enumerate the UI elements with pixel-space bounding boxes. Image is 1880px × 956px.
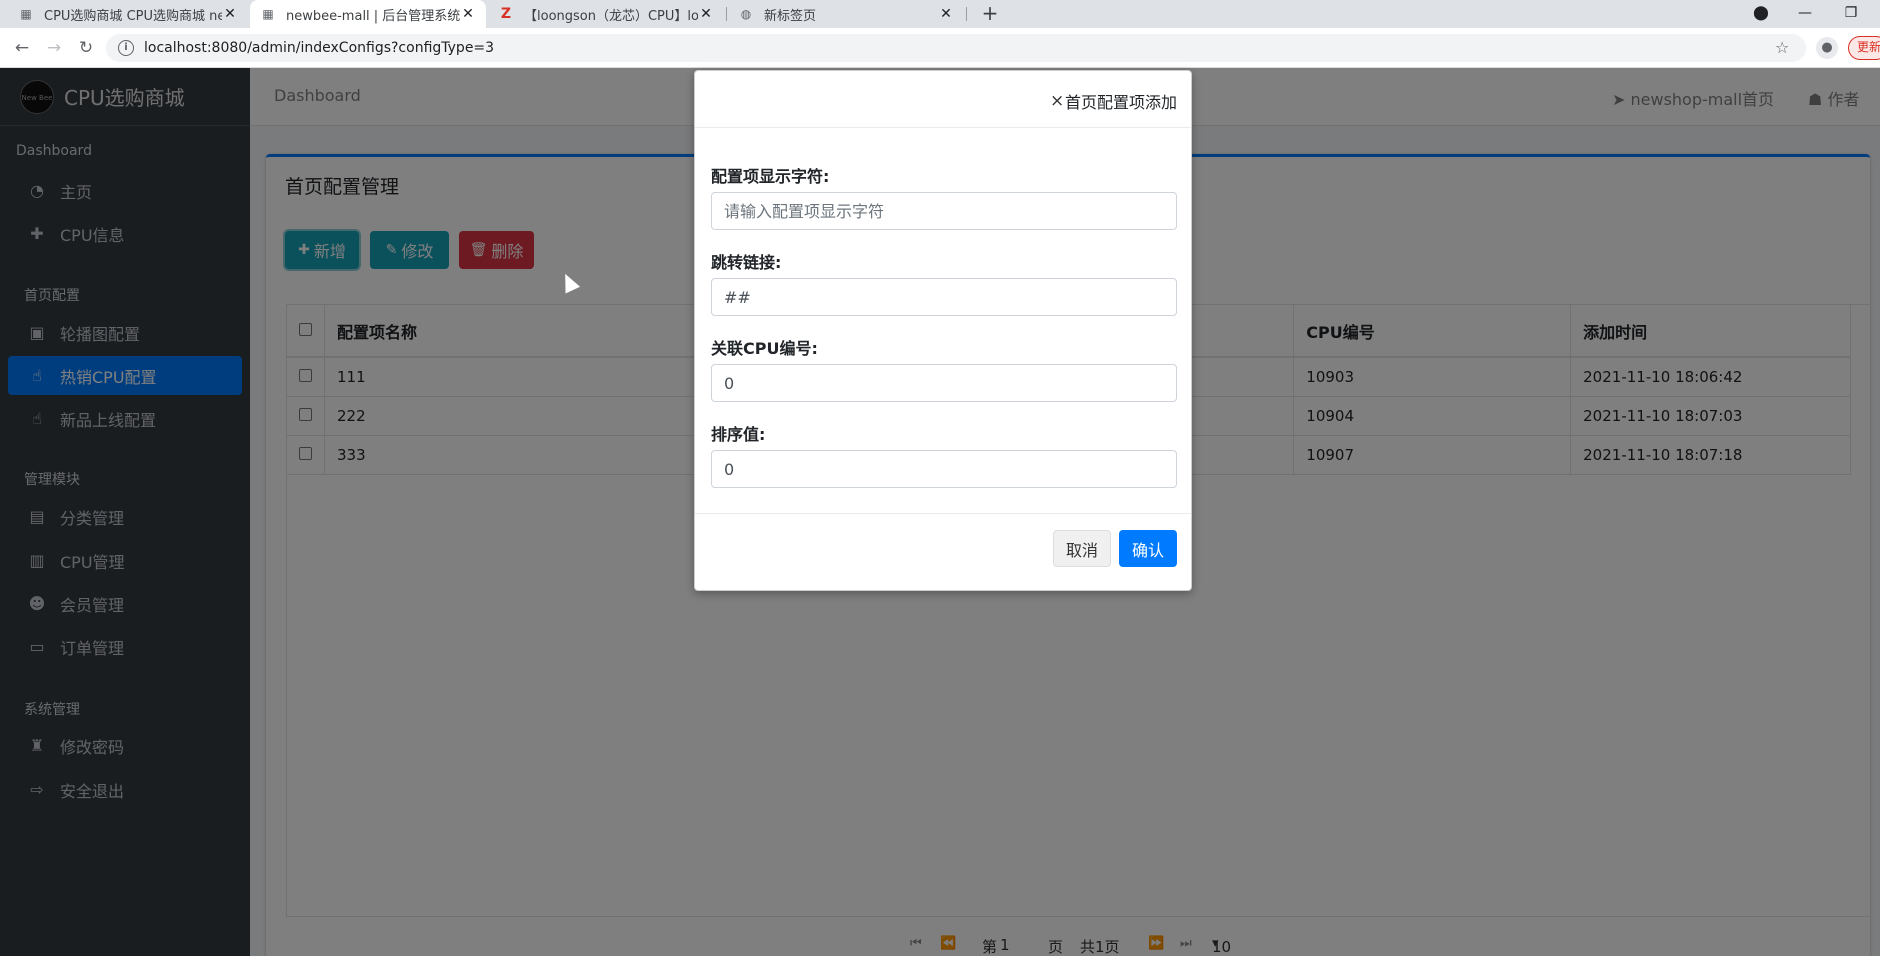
- browser-tab-3[interactable]: Z 【loongson（龙芯）CPU】loon ✕: [488, 0, 724, 28]
- globe-icon: ◍: [740, 7, 752, 21]
- info-icon[interactable]: i: [118, 40, 134, 56]
- tab-separator: [966, 7, 967, 21]
- tab-separator: [726, 7, 727, 21]
- browser-tab-bar: ▦ CPU选购商城 CPU选购商城 newbee ✕ ▦ newbee-mall…: [0, 0, 1880, 28]
- cancel-button[interactable]: 取消: [1053, 530, 1111, 567]
- bookmark-star-icon[interactable]: ☆: [1775, 38, 1789, 57]
- grid-icon: ▦: [20, 7, 32, 21]
- forward-arrow-icon[interactable]: →: [42, 36, 66, 60]
- rank-input[interactable]: [711, 450, 1177, 488]
- browser-tab-2[interactable]: ▦ newbee-mall | 后台管理系统 ✕: [250, 0, 486, 28]
- new-tab-button[interactable]: +: [976, 0, 1004, 28]
- tab-title: newbee-mall | 后台管理系统: [286, 8, 460, 24]
- profile-avatar-icon[interactable]: ●: [1816, 37, 1838, 59]
- browser-tab-4[interactable]: ◍ 新标签页 ✕: [728, 0, 964, 28]
- close-icon[interactable]: ✕: [938, 6, 954, 22]
- cpu-id-field-label: 关联CPU编号:: [711, 339, 818, 358]
- close-icon[interactable]: ✕: [698, 6, 714, 22]
- add-config-modal: × 首页配置项添加 配置项显示字符: 跳转链接: 关联CPU编号: 排序值: 取…: [694, 70, 1192, 591]
- redirect-link-input[interactable]: [711, 278, 1177, 316]
- close-icon[interactable]: ×: [1050, 91, 1064, 111]
- restore-icon[interactable]: ❐: [1831, 0, 1871, 28]
- confirm-button[interactable]: 确认: [1119, 530, 1177, 567]
- address-bar: ← → ↻ i localhost:8080/admin/indexConfig…: [0, 28, 1880, 68]
- modal-title: 首页配置项添加: [1065, 93, 1178, 112]
- close-icon[interactable]: ✕: [222, 6, 238, 22]
- name-field-label: 配置项显示字符:: [711, 167, 830, 186]
- url-omnibox[interactable]: i localhost:8080/admin/indexConfigs?conf…: [106, 34, 1806, 62]
- link-field-label: 跳转链接:: [711, 253, 782, 272]
- close-icon[interactable]: ✕: [460, 6, 476, 22]
- z-icon: Z: [500, 6, 512, 22]
- modal-header: × 首页配置项添加: [695, 71, 1191, 128]
- tab-title: 新标签页: [764, 8, 817, 24]
- config-name-input[interactable]: [711, 192, 1177, 230]
- modal-footer: 取消 确认: [695, 513, 1191, 590]
- url-text: localhost:8080/admin/indexConfigs?config…: [144, 40, 495, 56]
- cpu-id-input[interactable]: [711, 364, 1177, 402]
- tab-search-icon[interactable]: ⬤: [1741, 0, 1781, 28]
- tab-title: CPU选购商城 CPU选购商城 newbee: [44, 8, 222, 24]
- minimize-icon[interactable]: —: [1785, 0, 1825, 28]
- back-arrow-icon[interactable]: ←: [10, 36, 34, 60]
- browser-tab-1[interactable]: ▦ CPU选购商城 CPU选购商城 newbee ✕: [8, 0, 248, 28]
- reload-icon[interactable]: ↻: [74, 36, 98, 60]
- tab-title: 【loongson（龙芯）CPU】loon: [524, 8, 698, 24]
- grid-icon: ▦: [262, 7, 274, 21]
- update-button[interactable]: 更新: [1848, 36, 1880, 60]
- rank-field-label: 排序值:: [711, 425, 766, 444]
